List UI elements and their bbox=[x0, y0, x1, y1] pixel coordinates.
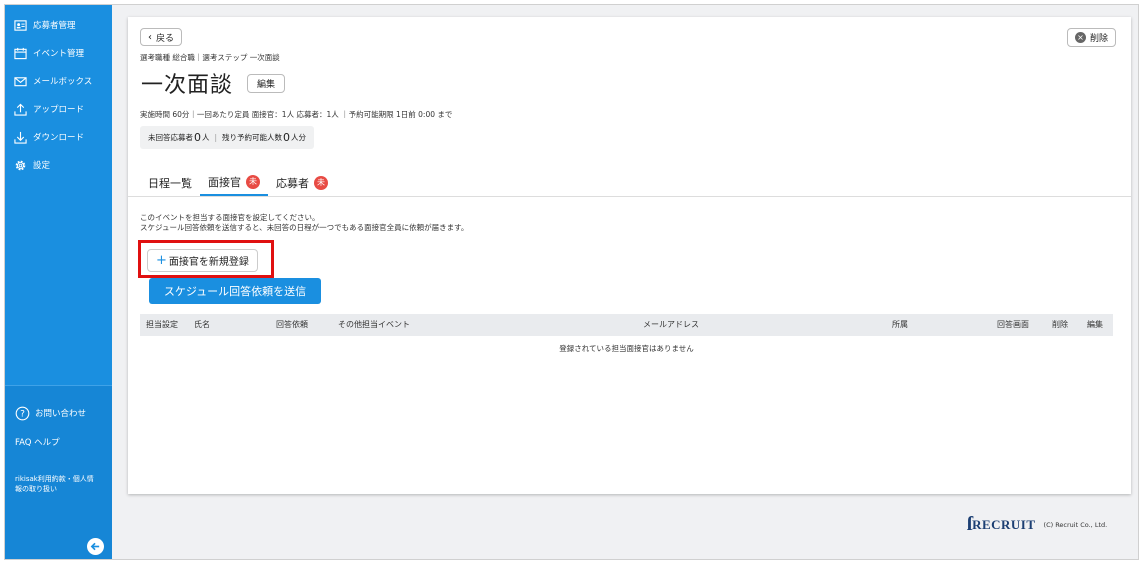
edit-button[interactable]: 編集 bbox=[247, 73, 286, 93]
contact-link[interactable]: ? お問い合わせ bbox=[5, 398, 112, 428]
interviewer-description: このイベントを担当する面接官を設定してください。 スケジュール回答依頼を送信する… bbox=[140, 213, 468, 233]
back-button[interactable]: ‹ 戻る bbox=[140, 28, 183, 46]
sidebar-item-mailbox[interactable]: メールボックス bbox=[5, 67, 112, 95]
column-header[interactable]: その他担当イベント bbox=[338, 314, 410, 336]
delete-button[interactable]: × 削除 bbox=[1066, 28, 1116, 47]
add-interviewer-label: 面接官を新規登録 bbox=[168, 257, 249, 268]
description-line: このイベントを担当する面接官を設定してください。 bbox=[140, 213, 320, 222]
sidebar-item-settings[interactable]: 設定 bbox=[5, 151, 112, 179]
footer: ſ RECRUIT (C) Recruit Co., Ltd. bbox=[967, 513, 1107, 536]
column-header[interactable]: 回答画面 bbox=[997, 314, 1029, 336]
sidebar-item-label: 設定 bbox=[33, 161, 51, 171]
sidebar: 応募者管理 イベント管理 メールボックス アップロード ダウンロード 設定 ? … bbox=[5, 5, 112, 559]
send-schedule-request-button[interactable]: スケジュール回答依頼を送信 bbox=[149, 278, 321, 304]
chevron-left-icon: ‹ bbox=[148, 31, 152, 43]
interviewer-table-header: 担当設定 氏名 回答依頼 その他担当イベント メールアドレス 所属 回答画面 削… bbox=[140, 314, 1113, 336]
tab-label: 応募者 bbox=[276, 176, 309, 190]
upload-icon bbox=[13, 102, 27, 116]
svg-text:?: ? bbox=[20, 409, 25, 419]
gear-icon bbox=[13, 158, 27, 172]
tab-label: 日程一覧 bbox=[148, 176, 192, 190]
collapse-sidebar-button[interactable] bbox=[87, 538, 104, 555]
status-badge: 未 bbox=[314, 175, 328, 190]
column-header[interactable]: 所属 bbox=[892, 314, 908, 336]
remaining-unit: 人分 bbox=[291, 133, 307, 142]
sidebar-item-label: メールボックス bbox=[33, 77, 93, 87]
sidebar-nav: 応募者管理 イベント管理 メールボックス アップロード ダウンロード 設定 bbox=[5, 5, 112, 179]
add-interviewer-button[interactable]: + 面接官を新規登録 bbox=[147, 249, 258, 272]
tab-applicants[interactable]: 応募者 未 bbox=[268, 169, 336, 196]
sidebar-item-download[interactable]: ダウンロード bbox=[5, 123, 112, 151]
plus-icon: + bbox=[156, 253, 167, 268]
back-label: 戻る bbox=[156, 33, 175, 44]
mail-icon bbox=[13, 74, 27, 88]
calendar-icon bbox=[13, 46, 27, 60]
sidebar-footer: ? お問い合わせ FAQ ヘルプ rikisak利用約款・個人情報の取り扱い bbox=[5, 385, 112, 559]
unanswered-unit: 人 bbox=[202, 133, 210, 142]
download-icon bbox=[13, 130, 27, 144]
sidebar-item-label: イベント管理 bbox=[33, 49, 85, 59]
page-title: 一次面談 bbox=[141, 73, 234, 98]
faq-link[interactable]: FAQ ヘルプ bbox=[5, 428, 112, 458]
tab-divider bbox=[128, 196, 1131, 197]
terms-link[interactable]: rikisak利用約款・個人情報の取り扱い bbox=[5, 474, 100, 494]
title-row: 一次面談 編集 bbox=[141, 67, 286, 99]
delete-label: 削除 bbox=[1089, 34, 1108, 44]
empty-table-message: 登録されている担当面接官はありません bbox=[559, 344, 694, 353]
unanswered-label: 未回答応募者 bbox=[148, 133, 193, 142]
sidebar-item-applicants[interactable]: 応募者管理 bbox=[5, 11, 112, 39]
user-card-icon bbox=[13, 18, 27, 32]
tab-label: 面接官 bbox=[208, 175, 241, 189]
event-detail-card: ‹ 戻る × 削除 選考職種 総合職｜選考ステップ 一次面談 一次面談 編集 実… bbox=[128, 17, 1131, 494]
unanswered-count: 0 bbox=[194, 131, 201, 144]
sidebar-item-label: 応募者管理 bbox=[33, 21, 76, 31]
app-frame: 応募者管理 イベント管理 メールボックス アップロード ダウンロード 設定 ? … bbox=[4, 4, 1139, 560]
sidebar-item-label: ダウンロード bbox=[33, 133, 85, 143]
column-header[interactable]: 担当設定 bbox=[146, 314, 178, 336]
sidebar-item-events[interactable]: イベント管理 bbox=[5, 39, 112, 67]
copyright-text: (C) Recruit Co., Ltd. bbox=[1043, 520, 1108, 529]
status-badge: 未 bbox=[246, 174, 260, 189]
close-circle-icon: × bbox=[1074, 32, 1086, 43]
tab-bar: 日程一覧 面接官 未 応募者 未 bbox=[140, 169, 336, 196]
column-header[interactable]: 氏名 bbox=[194, 314, 210, 336]
column-header[interactable]: メールアドレス bbox=[643, 314, 699, 336]
column-header[interactable]: 編集 bbox=[1087, 314, 1103, 336]
description-line: スケジュール回答依頼を送信すると、未回答の日程が一つでもある面接官全員に依頼が届… bbox=[140, 223, 469, 232]
tab-schedule[interactable]: 日程一覧 bbox=[140, 169, 200, 196]
tab-interviewers[interactable]: 面接官 未 bbox=[200, 169, 268, 196]
remaining-label: 残り予約可能人数 bbox=[222, 133, 283, 142]
logo-text: RECRUIT bbox=[972, 516, 1036, 532]
question-circle-icon: ? bbox=[15, 406, 30, 421]
column-header[interactable]: 削除 bbox=[1052, 314, 1068, 336]
contact-label: お問い合わせ bbox=[35, 409, 87, 419]
breadcrumb: 選考職種 総合職｜選考ステップ 一次面談 bbox=[140, 53, 280, 62]
recruit-logo: ſ RECRUIT bbox=[967, 513, 1036, 536]
sidebar-item-upload[interactable]: アップロード bbox=[5, 95, 112, 123]
event-meta: 実施時間 60分｜一回あたり定員 面接官：1人 応募者：1人 ｜予約可能期限 1… bbox=[140, 110, 453, 119]
sidebar-item-label: アップロード bbox=[33, 105, 85, 115]
counts-summary: 未回答応募者 0 人 | 残り予約可能人数 0 人分 bbox=[140, 126, 315, 149]
arrow-left-icon bbox=[90, 537, 101, 556]
divider: | bbox=[214, 133, 218, 142]
column-header[interactable]: 回答依頼 bbox=[276, 314, 308, 336]
remaining-count: 0 bbox=[283, 131, 291, 144]
